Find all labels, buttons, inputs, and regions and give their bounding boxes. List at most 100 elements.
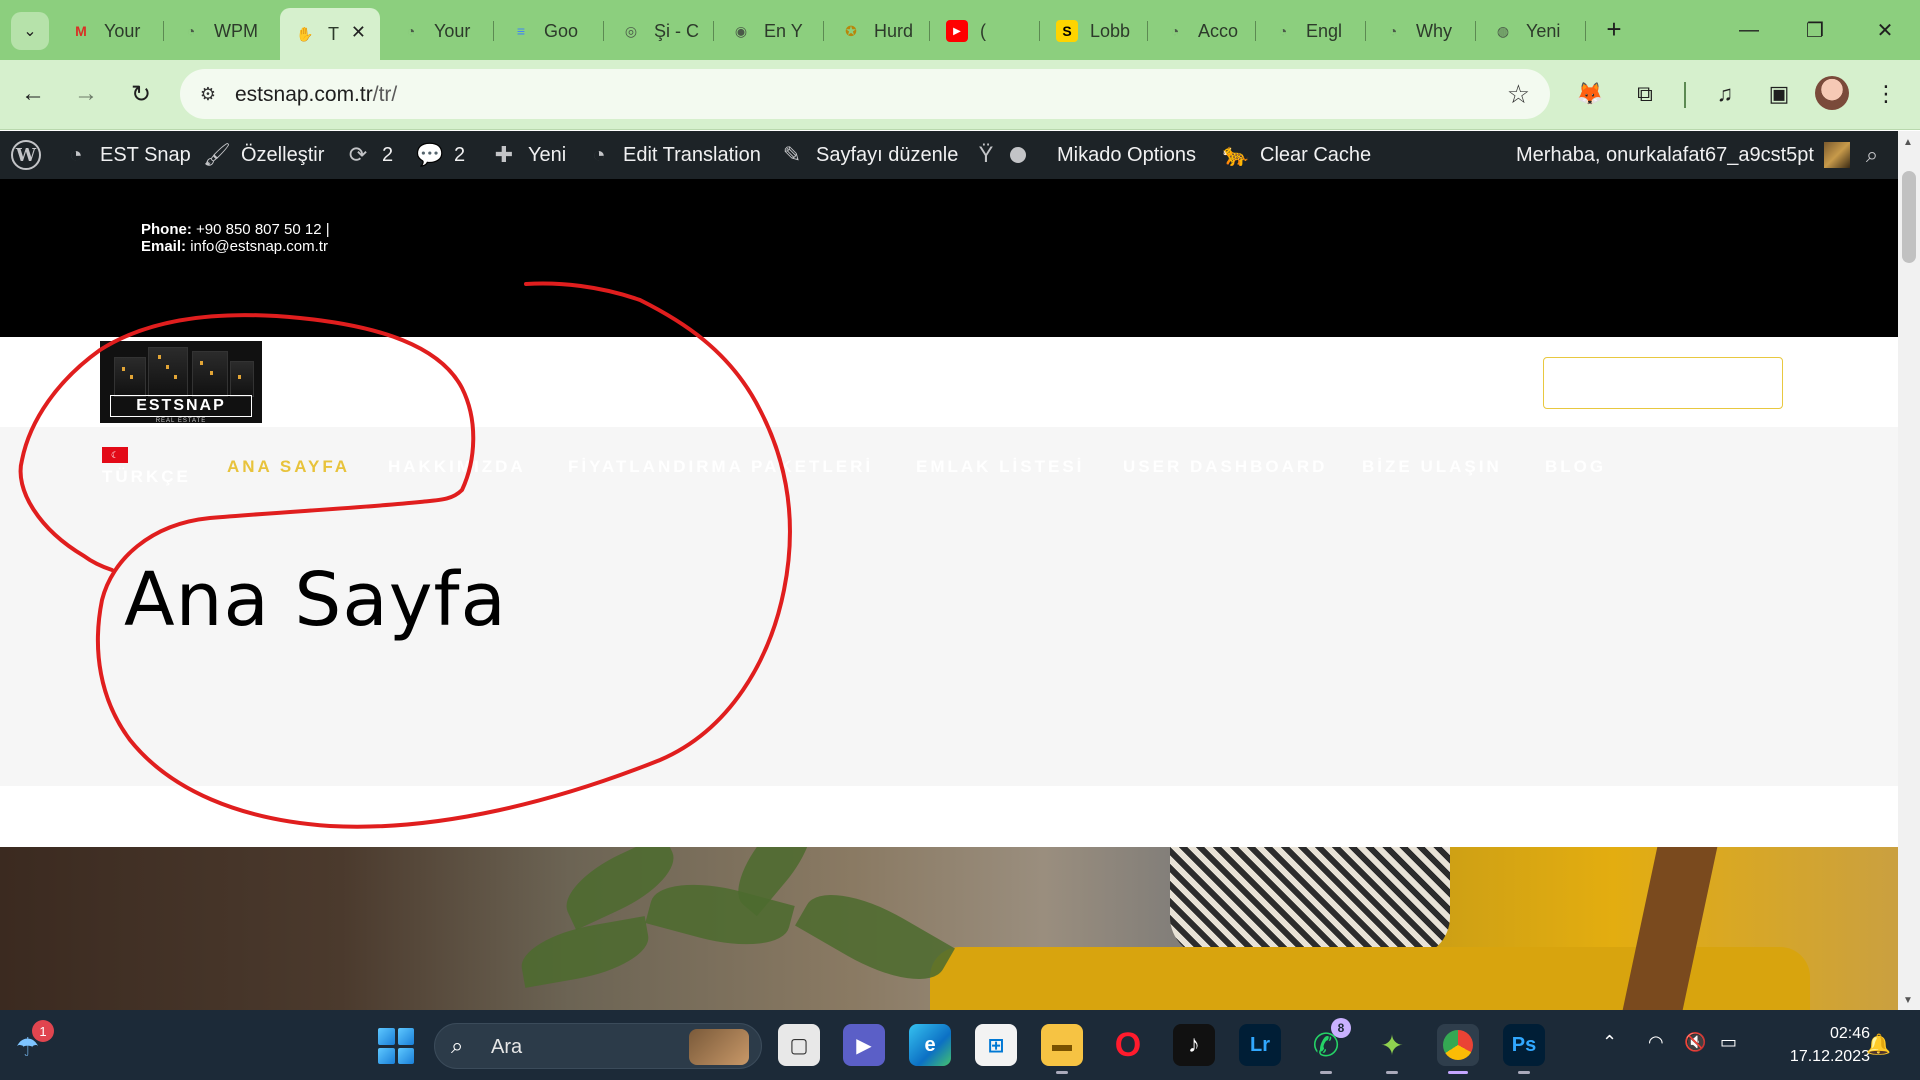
browser-tab[interactable]: S Lobb [1042, 10, 1148, 52]
side-panel-icon[interactable]: ▣ [1761, 76, 1797, 112]
notification-bell-icon[interactable]: 🔔 [1866, 1032, 1891, 1057]
browser-tab[interactable]: ◔ Your [386, 10, 494, 52]
chrome-menu-icon[interactable]: ⋮ [1868, 76, 1904, 112]
nav-menu-item[interactable]: EMLAK LİSTESİ [916, 457, 1084, 477]
browser-tab[interactable]: ≡ Goo [496, 10, 604, 52]
clear-cache-label: Clear Cache [1260, 143, 1372, 166]
nav-menu-item[interactable]: BİZE ULAŞIN [1362, 457, 1502, 477]
weather-widget[interactable]: ☂ 1 [12, 1020, 54, 1066]
chrome-taskbar-icon[interactable] [1437, 1024, 1479, 1074]
url-path: /tr/ [372, 83, 398, 106]
forward-button[interactable]: → [68, 76, 104, 112]
admin-search[interactable]: ⌕ [1858, 131, 1886, 179]
turkish-flag-icon[interactable]: ☾ [102, 447, 128, 463]
browser-tab[interactable]: ▶( [932, 10, 1040, 52]
tab-separator [713, 21, 714, 41]
url-text[interactable]: estsnap.com.tr/tr/ [235, 83, 397, 107]
profile-avatar[interactable] [1815, 76, 1849, 110]
browser-tab[interactable]: M Your [56, 10, 164, 52]
back-button[interactable]: ← [15, 76, 51, 112]
close-tab-icon[interactable]: ✕ [351, 22, 366, 43]
speaker-muted-icon[interactable]: 🔇 [1684, 1032, 1706, 1053]
patterned-pillow [1170, 847, 1450, 957]
nav-menu-item[interactable]: ANA SAYFA [227, 457, 350, 477]
tab-title: Şi - C [654, 20, 699, 41]
task-view-icon[interactable]: ▢ [778, 1024, 820, 1066]
admin-my-account[interactable]: Merhaba, onurkalafat67_a9cst5pt [1516, 131, 1850, 179]
admin-site-name[interactable]: ◔ EST Snap [62, 131, 190, 179]
language-switcher[interactable]: TÜRKÇE [102, 467, 191, 487]
admin-edit-translation[interactable]: ◔ Edit Translation [585, 131, 761, 179]
admin-customize[interactable]: 🖌 Özelleştir [203, 131, 324, 179]
admin-edit-page[interactable]: ✎ Sayfayı düzenle [778, 131, 959, 179]
nav-menu-item[interactable]: FİYATLANDIRMA PAKETLERİ [568, 457, 873, 477]
tab-title: Engl [1306, 20, 1343, 41]
address-bar[interactable]: ⚙ estsnap.com.tr/tr/ ☆ [180, 69, 1550, 119]
nav-menu-item[interactable]: USER DASHBOARD [1123, 457, 1327, 477]
tab-search-dropdown[interactable]: ⌄ [11, 12, 49, 50]
chevron-down-icon: ⌄ [23, 23, 37, 40]
browser-tab[interactable]: ◉ En Y [716, 10, 824, 52]
nav-menu-item[interactable]: HAKKIMIZDA [388, 457, 526, 477]
bookmark-star-icon[interactable]: ☆ [1507, 79, 1530, 110]
admin-updates[interactable]: ⟳ 2 [344, 131, 393, 179]
restore-button[interactable]: ❐ [1795, 12, 1835, 48]
header-search-input[interactable] [1543, 357, 1783, 409]
logo-window [122, 367, 125, 371]
browser-tab[interactable]: ◔ Acco [1150, 10, 1256, 52]
edge-icon[interactable]: e [909, 1024, 951, 1066]
close-window-button[interactable]: ✕ [1865, 12, 1905, 48]
whatsapp-icon[interactable]: ✆ 8 [1305, 1018, 1351, 1074]
wifi-icon[interactable]: ◠ [1648, 1032, 1664, 1053]
gmail-icon: M [75, 23, 87, 39]
teams-icon[interactable]: ▶ [843, 1024, 885, 1066]
file-explorer-icon[interactable]: ▬ [1041, 1024, 1083, 1074]
minimize-button[interactable]: — [1729, 12, 1769, 48]
tab-title: Hurd [874, 20, 914, 41]
reload-button[interactable]: ↻ [123, 76, 159, 112]
nav-menu-item[interactable]: BLOG [1545, 457, 1606, 477]
tiktok-icon[interactable]: ♪ [1173, 1024, 1215, 1066]
search-icon: ⌕ [451, 1033, 464, 1058]
start-button[interactable] [378, 1028, 414, 1064]
tray-overflow-chevron-icon[interactable]: ⌃ [1602, 1032, 1617, 1053]
game-app-icon[interactable]: ✦ [1371, 1024, 1413, 1074]
scroll-down-icon[interactable]: ▼ [1903, 995, 1913, 1006]
photoshop-icon[interactable]: Ps [1503, 1024, 1545, 1074]
battery-icon[interactable]: ▭ [1720, 1032, 1737, 1053]
reload-icon: ↻ [130, 80, 152, 108]
tab-separator [1475, 21, 1476, 41]
taskbar-search[interactable]: ⌕ Ara [434, 1023, 762, 1069]
scroll-up-icon[interactable]: ▲ [1903, 137, 1913, 148]
email-label: Email: [141, 238, 187, 255]
metamask-extension-icon[interactable]: 🦊 [1572, 76, 1608, 112]
browser-tab[interactable]: ◎ Şi - C [606, 10, 714, 52]
store-icon[interactable]: ⊞ [975, 1024, 1017, 1066]
browser-tab[interactable]: ◔ WPM [166, 10, 276, 52]
new-tab-button[interactable]: + [1597, 12, 1631, 46]
site-logo[interactable]: ESTSNAP REAL ESTATE [100, 341, 262, 424]
scrollbar-thumb[interactable] [1902, 171, 1916, 263]
admin-new[interactable]: ✚ Yeni [490, 131, 566, 179]
browser-tab[interactable]: ✪ Hurd [826, 10, 930, 52]
admin-mikado-options[interactable]: Mikado Options [1057, 131, 1196, 179]
extensions-puzzle-icon[interactable]: ⧉ [1627, 76, 1663, 112]
browser-tab[interactable]: ✋ T ✕ [280, 8, 380, 60]
media-control-icon[interactable]: ♫ [1707, 76, 1743, 112]
email-value[interactable]: info@estsnap.com.tr [190, 238, 328, 255]
wp-logo-menu[interactable]: W [11, 131, 41, 179]
page-scrollbar[interactable]: ▲ ▼ [1898, 131, 1920, 1010]
browser-tab[interactable]: ◔ Engl [1258, 10, 1366, 52]
browser-tab[interactable]: ◍ Yeni [1478, 10, 1586, 52]
admin-comments[interactable]: 💬 2 [416, 131, 465, 179]
admin-yoast[interactable]: Ÿ [972, 131, 1026, 179]
paintbrush-icon: 🖌 [203, 142, 231, 167]
phone-value[interactable]: +90 850 807 50 12 | [196, 221, 330, 238]
lightroom-icon[interactable]: Lr [1239, 1024, 1281, 1066]
browser-tab[interactable]: ◔ Why [1368, 10, 1476, 52]
hero-image [0, 847, 1898, 1010]
opera-icon[interactable]: O [1107, 1024, 1149, 1066]
system-clock[interactable]: 02:46 17.12.2023 [1760, 1022, 1870, 1068]
site-info-icon[interactable]: ⚙ [196, 82, 220, 106]
admin-clear-cache[interactable]: 🐆 Clear Cache [1222, 131, 1371, 179]
